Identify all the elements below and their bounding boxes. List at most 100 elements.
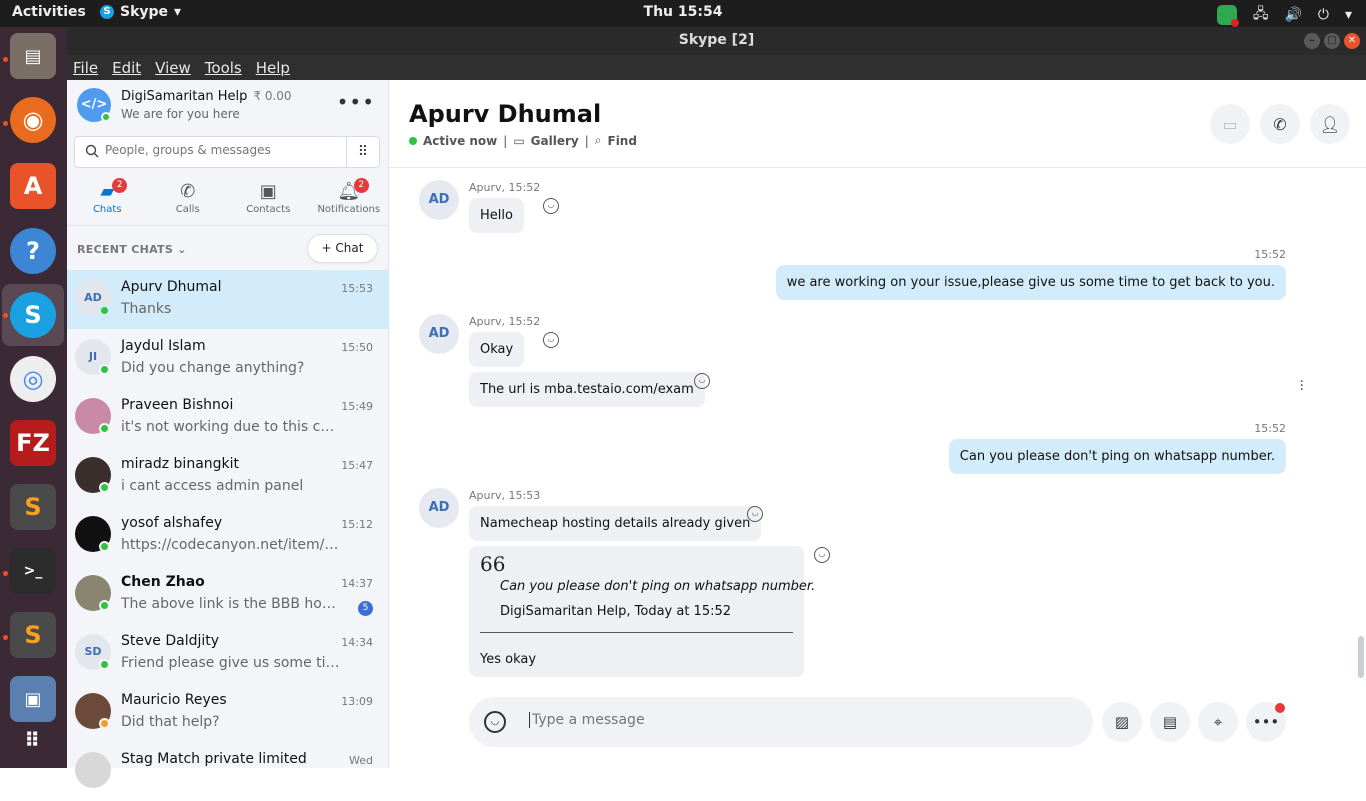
react-emoji-icon[interactable]: ◡: [747, 506, 763, 522]
unread-count-badge: 5: [358, 601, 373, 616]
emoji-picker-icon[interactable]: ◡: [484, 711, 506, 733]
search-input[interactable]: [105, 143, 335, 157]
incoming-message[interactable]: Hello: [469, 198, 524, 233]
dialpad-icon[interactable]: ⠿: [347, 136, 380, 168]
power-icon[interactable]: ⏻: [1318, 7, 1329, 23]
running-indicator: [3, 635, 8, 640]
tab-label: Calls: [175, 204, 200, 215]
avatar[interactable]: AD: [419, 314, 459, 354]
chat-list-item[interactable]: Chen Zhao The above link is the BBB host…: [67, 565, 389, 624]
incoming-message[interactable]: Okay: [469, 332, 525, 367]
composer-actions: ▨ ▤ ⌖ •••: [1102, 702, 1286, 742]
outgoing-message[interactable]: Can you please don't ping on whatsapp nu…: [948, 439, 1286, 474]
chat-name: Steve Daldjity: [121, 633, 220, 649]
avatar[interactable]: AD: [419, 488, 459, 528]
chat-list-item[interactable]: AD Apurv Dhumal Thanks 15:53: [67, 270, 389, 329]
minimize-button[interactable]: –: [1304, 33, 1320, 49]
chat-list-item[interactable]: JI Jaydul Islam Did you change anything?…: [67, 329, 389, 388]
activities-button[interactable]: Activities: [12, 4, 86, 20]
conversation-subheader: Active now | ▭ Gallery | ⌕ Find: [409, 133, 637, 148]
clock[interactable]: Thu 15:54: [0, 4, 1366, 20]
send-contact-button[interactable]: ▤: [1150, 702, 1190, 742]
send-location-button[interactable]: ⌖: [1198, 702, 1238, 742]
profile-mood[interactable]: We are for you here: [121, 107, 240, 121]
help-icon[interactable]: ?: [10, 228, 56, 274]
more-options-icon: •••: [1252, 713, 1280, 731]
chat-time: Wed: [349, 754, 373, 767]
chat-list-item[interactable]: SD Steve Daldjity Friend please give us …: [67, 624, 389, 683]
search-box[interactable]: [74, 136, 347, 168]
menu-view[interactable]: View: [155, 59, 191, 77]
conversation-header: Apurv Dhumal Active now | ▭ Gallery | ⌕ …: [389, 80, 1366, 168]
skype-credit[interactable]: ₹ 0.00: [253, 89, 291, 103]
chat-preview: it's not working due to this change: [121, 419, 341, 435]
filezilla-icon[interactable]: FZ: [10, 420, 56, 466]
react-emoji-icon[interactable]: ◡: [543, 332, 559, 348]
recent-chats-header[interactable]: RECENT CHATS ⌄: [77, 243, 187, 256]
add-people-button[interactable]: 👤︎: [1310, 104, 1350, 144]
tab-chats[interactable]: ▰ 2 Chats: [67, 176, 148, 225]
new-chat-button[interactable]: + Chat: [307, 234, 378, 263]
screenshot-icon[interactable]: ▣: [10, 676, 56, 722]
sublime-text-icon[interactable]: S: [10, 612, 56, 658]
react-emoji-icon[interactable]: ◡: [543, 198, 559, 214]
files-icon[interactable]: ▤: [10, 33, 56, 79]
plus-icon: +: [321, 241, 336, 255]
outgoing-message[interactable]: we are working on your issue,please give…: [775, 265, 1286, 300]
chrome-icon[interactable]: ◎: [10, 356, 56, 402]
chat-preview: i cant access admin panel: [121, 478, 304, 494]
profile-name-row[interactable]: DigiSamaritan Help ₹ 0.00: [121, 89, 292, 104]
show-apps-icon[interactable]: ⠿: [10, 717, 56, 763]
gallery-link[interactable]: Gallery: [531, 134, 579, 148]
close-button[interactable]: ✕: [1344, 33, 1360, 49]
firefox-icon[interactable]: ◉: [10, 97, 56, 143]
skype-dock-icon[interactable]: S: [2, 284, 64, 346]
chat-list-item[interactable]: Praveen Bishnoi it's not working due to …: [67, 388, 389, 447]
quote-icon: 66: [480, 552, 506, 576]
contact-name[interactable]: Apurv Dhumal: [409, 100, 601, 128]
video-camera-icon: ▭: [1222, 114, 1238, 134]
quoted-reply-message[interactable]: 66 Can you please don't ping on whatsapp…: [469, 546, 815, 677]
maximize-button[interactable]: □: [1324, 33, 1340, 49]
menu-bar: File Edit View Tools Help: [67, 55, 1366, 80]
avatar[interactable]: AD: [419, 180, 459, 220]
react-emoji-icon[interactable]: ◡: [814, 547, 830, 563]
tab-calls[interactable]: ✆ Calls: [148, 176, 229, 225]
menu-tools[interactable]: Tools: [205, 59, 242, 77]
software-center-icon[interactable]: A: [10, 163, 56, 209]
location-pin-icon: ⌖: [1213, 713, 1223, 731]
menu-edit[interactable]: Edit: [112, 59, 141, 77]
incoming-message[interactable]: Namecheap hosting details already given: [469, 506, 762, 541]
menu-file[interactable]: File: [73, 59, 98, 77]
profile-header[interactable]: </> DigiSamaritan Help ₹ 0.00 We are for …: [67, 80, 389, 130]
volume-icon[interactable]: 🔊: [1284, 7, 1301, 23]
network-icon[interactable]: 🖧: [1253, 3, 1269, 27]
more-options-icon[interactable]: •••: [337, 90, 375, 114]
message-options-icon[interactable]: · · ·: [1300, 375, 1304, 397]
chat-list-item[interactable]: Mauricio Reyes Did that help? 13:09: [67, 683, 389, 742]
app-menu[interactable]: S Skype ▾: [100, 4, 181, 20]
chat-list-item[interactable]: miradz binangkit i cant access admin pan…: [67, 447, 389, 506]
online-status-dot: [99, 659, 110, 670]
chat-list-item[interactable]: yosof alshafey https://codecanyon.net/it…: [67, 506, 389, 565]
chevron-down-icon[interactable]: ▾: [1345, 7, 1352, 23]
message-input[interactable]: [529, 712, 1029, 728]
video-call-button[interactable]: ▭: [1210, 104, 1250, 144]
sublime-text-icon[interactable]: S: [10, 484, 56, 530]
tab-notifications[interactable]: 🔔︎ 2 Notifications: [309, 176, 390, 225]
away-status-dot: [99, 718, 110, 729]
find-link[interactable]: Find: [608, 134, 637, 148]
incoming-message[interactable]: The url is mba.testaio.com/exam: [469, 372, 705, 407]
react-emoji-icon[interactable]: ◡: [694, 373, 710, 389]
chat-list-item[interactable]: Stag Match private limited Wed: [67, 742, 389, 801]
notifications-badge: 2: [353, 178, 369, 193]
more-actions-button[interactable]: •••: [1246, 702, 1286, 742]
tab-contacts[interactable]: ▣ Contacts: [228, 176, 309, 225]
message-list-scrollbar[interactable]: [1358, 636, 1364, 678]
chevron-down-icon: ▾: [174, 4, 182, 20]
audio-call-button[interactable]: ✆: [1260, 104, 1300, 144]
terminal-icon[interactable]: >_: [10, 548, 56, 594]
menu-help[interactable]: Help: [256, 59, 290, 77]
security-status-icon[interactable]: [1216, 5, 1239, 27]
send-media-button[interactable]: ▨: [1102, 702, 1142, 742]
